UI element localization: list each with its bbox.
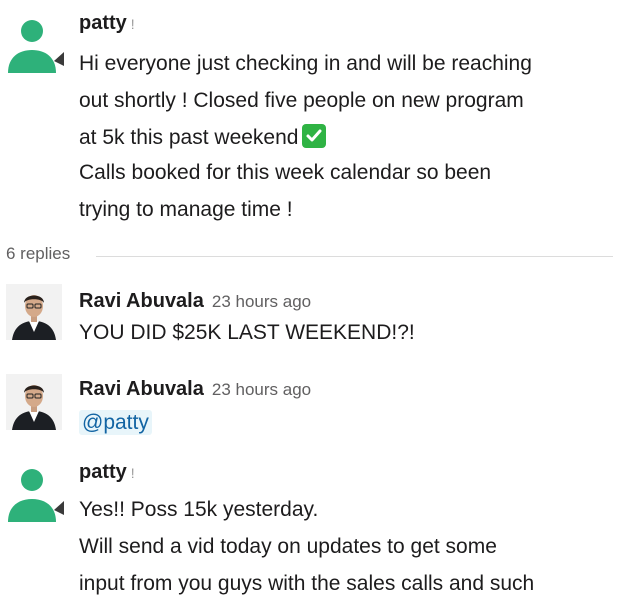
avatar[interactable] — [6, 374, 62, 430]
status-indicator: ! — [130, 465, 135, 481]
timestamp[interactable]: 23 hours ago — [212, 292, 311, 312]
user-silhouette-icon — [8, 20, 64, 73]
reply-message: Ravi Abuvala 23 hours ago @patty — [0, 372, 631, 442]
avatar[interactable] — [4, 18, 64, 74]
avatar[interactable] — [4, 467, 64, 523]
status-indicator: ! — [130, 16, 135, 32]
message-text-line: trying to manage time ! — [79, 198, 293, 221]
white-check-mark-emoji — [302, 124, 327, 148]
user-silhouette-icon — [8, 469, 64, 522]
replies-divider-row: 6 replies — [0, 244, 631, 270]
parent-message: patty ! Hi everyone just checking in and… — [0, 0, 631, 240]
message-text-line: out shortly ! Closed five people on new … — [79, 89, 524, 112]
message-text-line: Hi everyone just checking in and will be… — [79, 52, 532, 75]
message-header: patty ! — [79, 461, 135, 484]
message-header: patty ! — [79, 12, 135, 35]
message-text: at 5k this past weekend — [79, 126, 299, 149]
message-text-line: Will send a vid today on updates to get … — [79, 535, 497, 558]
user-mention[interactable]: @patty — [79, 410, 152, 435]
user-photo-avatar — [6, 284, 62, 340]
message-text-line: Yes!! Poss 15k yesterday. — [79, 498, 319, 521]
message-header: Ravi Abuvala 23 hours ago — [79, 378, 311, 401]
author-name[interactable]: patty — [79, 461, 127, 484]
author-name[interactable]: Ravi Abuvala — [79, 378, 204, 401]
replies-count[interactable]: 6 replies — [6, 244, 70, 264]
user-photo-avatar — [6, 374, 62, 430]
message-text-line: @patty — [79, 410, 152, 436]
message-text-line: at 5k this past weekend — [79, 124, 327, 151]
reply-message: Ravi Abuvala 23 hours ago YOU DID $25K L… — [0, 282, 631, 352]
message-text-line: input from you guys with the sales calls… — [79, 572, 535, 595]
reply-message: patty ! Yes!! Poss 15k yesterday. Will s… — [0, 455, 631, 604]
divider — [96, 256, 613, 257]
message-header: Ravi Abuvala 23 hours ago — [79, 290, 311, 313]
timestamp[interactable]: 23 hours ago — [212, 380, 311, 400]
author-name[interactable]: Ravi Abuvala — [79, 290, 204, 313]
author-name[interactable]: patty — [79, 12, 127, 35]
avatar[interactable] — [6, 284, 62, 340]
message-text-line: YOU DID $25K LAST WEEKEND!?! — [79, 321, 415, 344]
message-text-line: Calls booked for this week calendar so b… — [79, 161, 492, 184]
